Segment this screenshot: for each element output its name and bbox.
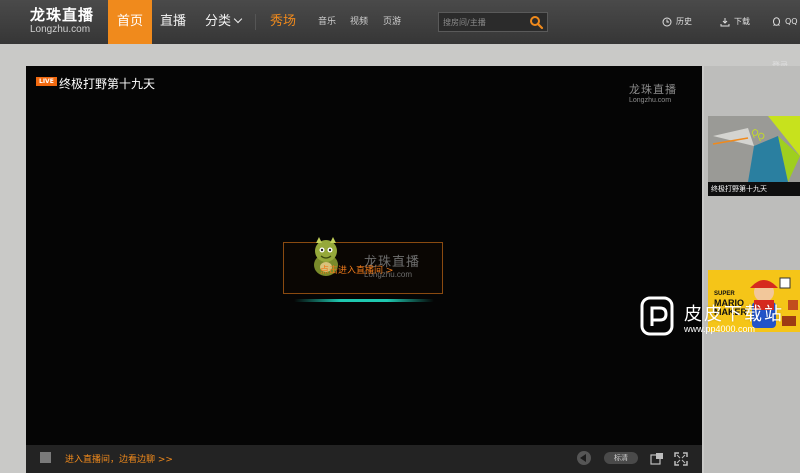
quality-selector[interactable]: 标清 [604, 452, 638, 464]
nav-show[interactable]: 秀场 [270, 0, 296, 44]
player-control-bar: 进入直播间，边看边聊 >> 标清 [26, 445, 702, 473]
recommend-sidebar: QQ 终极打野第十九天 SUPER MARIO MAKER 皮皮下载站 www.… [640, 66, 800, 473]
nav-webgame[interactable]: 页游 [383, 0, 401, 44]
clock-icon [662, 17, 672, 26]
logo-text: 龙珠直播 [30, 6, 95, 24]
video-player[interactable]: LIVE 终极打野第十九天 龙珠直播 Longzhu.com 龙珠直播 Long… [26, 66, 702, 473]
nav-video[interactable]: 视频 [350, 0, 368, 44]
site-watermark: 皮皮下载站 www.pp4000.com [640, 296, 800, 346]
watermark-site-name: 皮皮下载站 [684, 304, 784, 325]
live-badge: LIVE [36, 77, 57, 86]
fullscreen-icon [674, 452, 688, 466]
download-link[interactable]: 下载 [720, 0, 750, 44]
enter-room-link[interactable]: 点击进入直播间 > [320, 263, 393, 276]
chevron-down-icon [233, 14, 243, 24]
stream-title: 终极打野第十九天 [59, 77, 156, 91]
download-label: 下载 [734, 17, 750, 26]
watermark-text: 龙珠直播 [629, 83, 677, 96]
fullscreen-button[interactable] [674, 451, 688, 466]
watermark-url: www.pp4000.com [684, 324, 756, 334]
nav-category-label: 分类 [205, 14, 232, 29]
popout-button[interactable] [650, 451, 664, 465]
nav-home[interactable]: 首页 [108, 0, 152, 44]
search-icon[interactable] [529, 15, 544, 30]
site-logo[interactable]: 龙珠直播 Longzhu.com [30, 6, 102, 38]
watermark-logo-icon [640, 296, 674, 336]
top-navbar: 龙珠直播 Longzhu.com 首页 直播 分类 秀场 音乐 视频 页游 历史… [0, 0, 800, 70]
recommend-card-1[interactable]: QQ 终极打野第十九天 [708, 116, 800, 196]
nav-live[interactable]: 直播 [160, 0, 186, 44]
nav-divider [255, 14, 256, 30]
volume-button[interactable] [577, 451, 591, 465]
volume-icon [580, 454, 586, 462]
logo-subtext: Longzhu.com [30, 24, 91, 35]
qq-icon [773, 16, 780, 26]
loading-glow-bar [294, 299, 434, 302]
card-art-geometric: QQ [708, 116, 800, 182]
popout-icon [650, 453, 663, 465]
watermark-subtext: Longzhu.com [629, 97, 672, 104]
qq-login-link[interactable]: QQ登录 [772, 0, 800, 70]
enter-room-chat-link[interactable]: 进入直播间，边看边聊 >> [65, 452, 173, 465]
download-icon [720, 17, 730, 26]
history-label: 历史 [676, 17, 692, 26]
nav-category[interactable]: 分类 [205, 0, 243, 44]
stop-button[interactable] [40, 452, 51, 463]
nav-music[interactable]: 音乐 [318, 0, 336, 44]
player-watermark: 龙珠直播 Longzhu.com [629, 84, 677, 105]
search-input[interactable] [443, 15, 523, 29]
search-box [438, 12, 548, 32]
enter-room-card[interactable]: 龙珠直播 Longzhu.com 点击进入直播间 > [283, 237, 443, 294]
recommend-card-1-title: 终极打野第十九天 [708, 182, 800, 196]
history-link[interactable]: 历史 [662, 0, 692, 44]
